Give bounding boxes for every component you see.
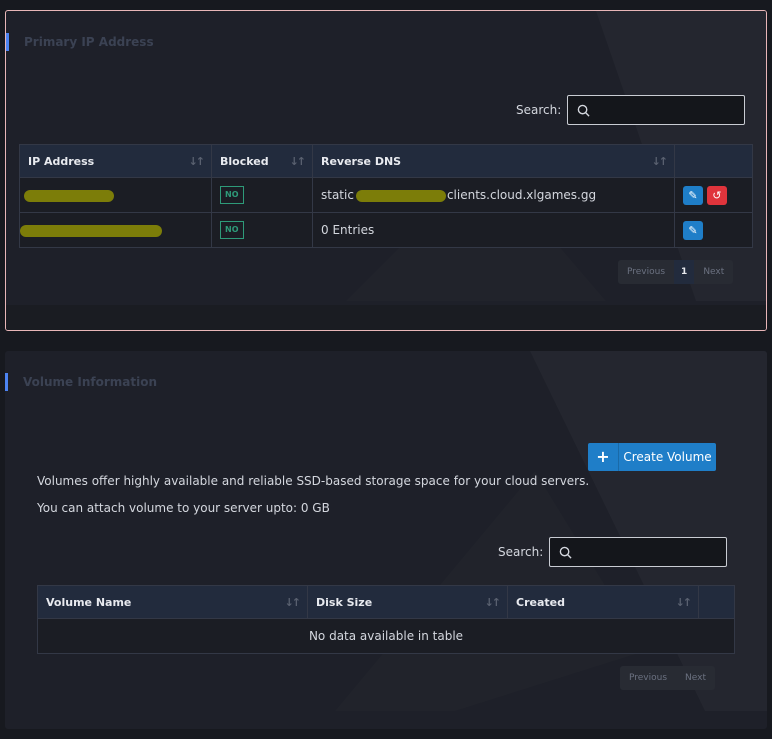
ip-cell [19,177,212,213]
actions-cell: ✎ [674,212,753,248]
volume-search: Search: [498,537,728,567]
column-label: Created [516,595,565,609]
redacted-dns [355,189,446,202]
table-row: NO 0 Entries ✎ [19,212,753,248]
actions-cell: ✎ ↺ [674,177,753,213]
column-actions [674,144,753,178]
sort-icon[interactable]: ↓↑ [290,155,307,168]
search-field[interactable] [567,95,746,125]
plus-icon: + [588,443,619,471]
search-icon [577,104,590,117]
panel-title: Volume Information [5,373,157,391]
dns-cell: static clients.cloud.xlgames.gg [312,177,675,213]
dns-cell: 0 Entries [312,212,675,248]
page-1-button[interactable]: 1 [674,260,695,284]
table-row: No data available in table [37,618,735,654]
column-actions [698,585,735,619]
empty-table-message: No data available in table [37,618,735,654]
column-reverse-dns[interactable]: Reverse DNS ↓↑ [312,144,675,178]
undo-icon: ↺ [712,188,722,202]
ip-search: Search: [516,95,746,125]
column-ip-address[interactable]: IP Address ↓↑ [19,144,212,178]
search-input[interactable] [594,102,729,118]
panel-title: Primary IP Address [6,33,154,51]
edit-button[interactable]: ✎ [683,185,703,205]
column-label: Blocked [220,154,269,168]
blocked-badge: NO [220,186,244,204]
sort-icon[interactable]: ↓↑ [285,596,302,609]
sort-icon[interactable]: ↓↑ [676,596,693,609]
next-button[interactable]: Next [694,260,733,284]
redacted-ip [20,224,162,237]
search-input[interactable] [576,544,711,560]
table-header-row: Volume Name ↓↑ Disk Size ↓↑ Created ↓↑ [37,585,735,619]
table-header-row: IP Address ↓↑ Blocked ↓↑ Reverse DNS ↓↑ [19,144,753,178]
sort-icon[interactable]: ↓↑ [652,155,669,168]
column-label: Reverse DNS [321,154,402,168]
sort-icon[interactable]: ↓↑ [189,155,206,168]
previous-button[interactable]: Previous [618,260,674,284]
redacted-ip [24,189,114,202]
dns-prefix: static [321,188,354,202]
blocked-cell: NO [211,212,313,248]
primary-ip-panel: Primary IP Address Search: IP Address ↓↑ … [5,10,767,331]
ip-table: IP Address ↓↑ Blocked ↓↑ Reverse DNS ↓↑ NO … [19,144,753,248]
search-label: Search: [516,103,562,117]
pencil-icon: ✎ [688,188,698,202]
table-row: NO static clients.cloud.xlgames.gg ✎ ↺ [19,177,753,213]
reset-button[interactable]: ↺ [706,185,727,205]
volume-panel: Volume Information + Create Volume Volum… [5,351,767,729]
column-blocked[interactable]: Blocked ↓↑ [211,144,313,178]
pencil-icon: ✎ [688,223,698,237]
panel-footer-strip [6,305,766,330]
column-label: IP Address [28,154,95,168]
search-label: Search: [498,545,544,559]
ip-cell [19,212,212,248]
create-volume-label: Create Volume [623,450,712,464]
column-disk-size[interactable]: Disk Size ↓↑ [307,585,508,619]
dns-suffix: clients.cloud.xlgames.gg [446,188,597,202]
next-button[interactable]: Next [676,666,715,690]
create-volume-button[interactable]: + Create Volume [588,443,716,471]
volume-table: Volume Name ↓↑ Disk Size ↓↑ Created ↓↑ No d… [37,585,735,654]
volume-limit-text: You can attach volume to your server upt… [37,501,330,515]
volume-description: Volumes offer highly available and relia… [37,474,590,488]
column-label: Disk Size [316,595,373,609]
ip-pagination: Previous 1 Next [618,260,734,284]
sort-icon[interactable]: ↓↑ [485,596,502,609]
blocked-cell: NO [211,177,313,213]
volume-pagination: Previous Next [620,666,716,690]
blocked-badge: NO [220,221,244,239]
previous-button[interactable]: Previous [620,666,676,690]
column-label: Volume Name [46,595,132,609]
search-field[interactable] [549,537,728,567]
search-icon [559,546,572,559]
column-created[interactable]: Created ↓↑ [507,585,699,619]
edit-button[interactable]: ✎ [683,220,703,240]
column-volume-name[interactable]: Volume Name ↓↑ [37,585,308,619]
